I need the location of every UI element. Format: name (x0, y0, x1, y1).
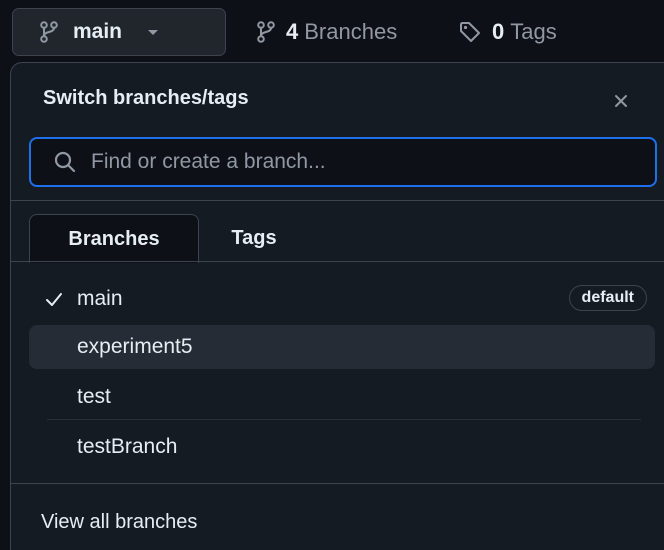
branch-name: experiment5 (77, 335, 193, 358)
branch-name: test (77, 385, 111, 408)
branch-item-test[interactable]: test (29, 375, 655, 419)
branch-search-field[interactable] (29, 137, 657, 187)
tags-count-link[interactable]: 0 Tags (458, 14, 557, 50)
branch-item-experiment5[interactable]: experiment5 (29, 325, 655, 369)
git-branch-icon (256, 20, 276, 44)
tags-label: Tags (510, 19, 557, 44)
branch-tag-tabs: Branches Tags (11, 200, 664, 263)
view-all-branches-link[interactable]: View all branches (41, 511, 197, 534)
branches-count: 4 (286, 19, 299, 44)
check-icon (45, 290, 63, 308)
divider (11, 261, 664, 262)
divider (11, 483, 664, 484)
branch-item-main[interactable]: main default (29, 277, 655, 321)
branch-name: main (77, 287, 123, 310)
tag-icon (458, 20, 482, 44)
current-branch-name: main (73, 20, 123, 43)
tags-count: 0 (492, 19, 505, 44)
branch-select-button[interactable]: main (12, 8, 226, 56)
git-branch-icon (39, 20, 59, 44)
branches-label: Branches (304, 19, 398, 44)
search-icon (53, 150, 77, 174)
caret-down-icon (146, 25, 160, 39)
tab-tags[interactable]: Tags (199, 214, 309, 262)
branch-search-input[interactable] (89, 149, 633, 175)
branch-name: testBranch (77, 435, 178, 458)
repo-branch-bar: main 4 Branches 0 Tags (0, 0, 664, 62)
dropdown-title: Switch branches/tags (43, 87, 249, 109)
branch-switcher-dropdown: Switch branches/tags Branches Tags main … (10, 62, 664, 550)
branch-item-testbranch[interactable]: testBranch (29, 425, 655, 469)
close-icon[interactable] (609, 89, 633, 113)
divider (47, 419, 641, 420)
default-badge: default (568, 285, 647, 311)
branches-count-link[interactable]: 4 Branches (256, 14, 397, 50)
tab-branches[interactable]: Branches (29, 214, 199, 263)
